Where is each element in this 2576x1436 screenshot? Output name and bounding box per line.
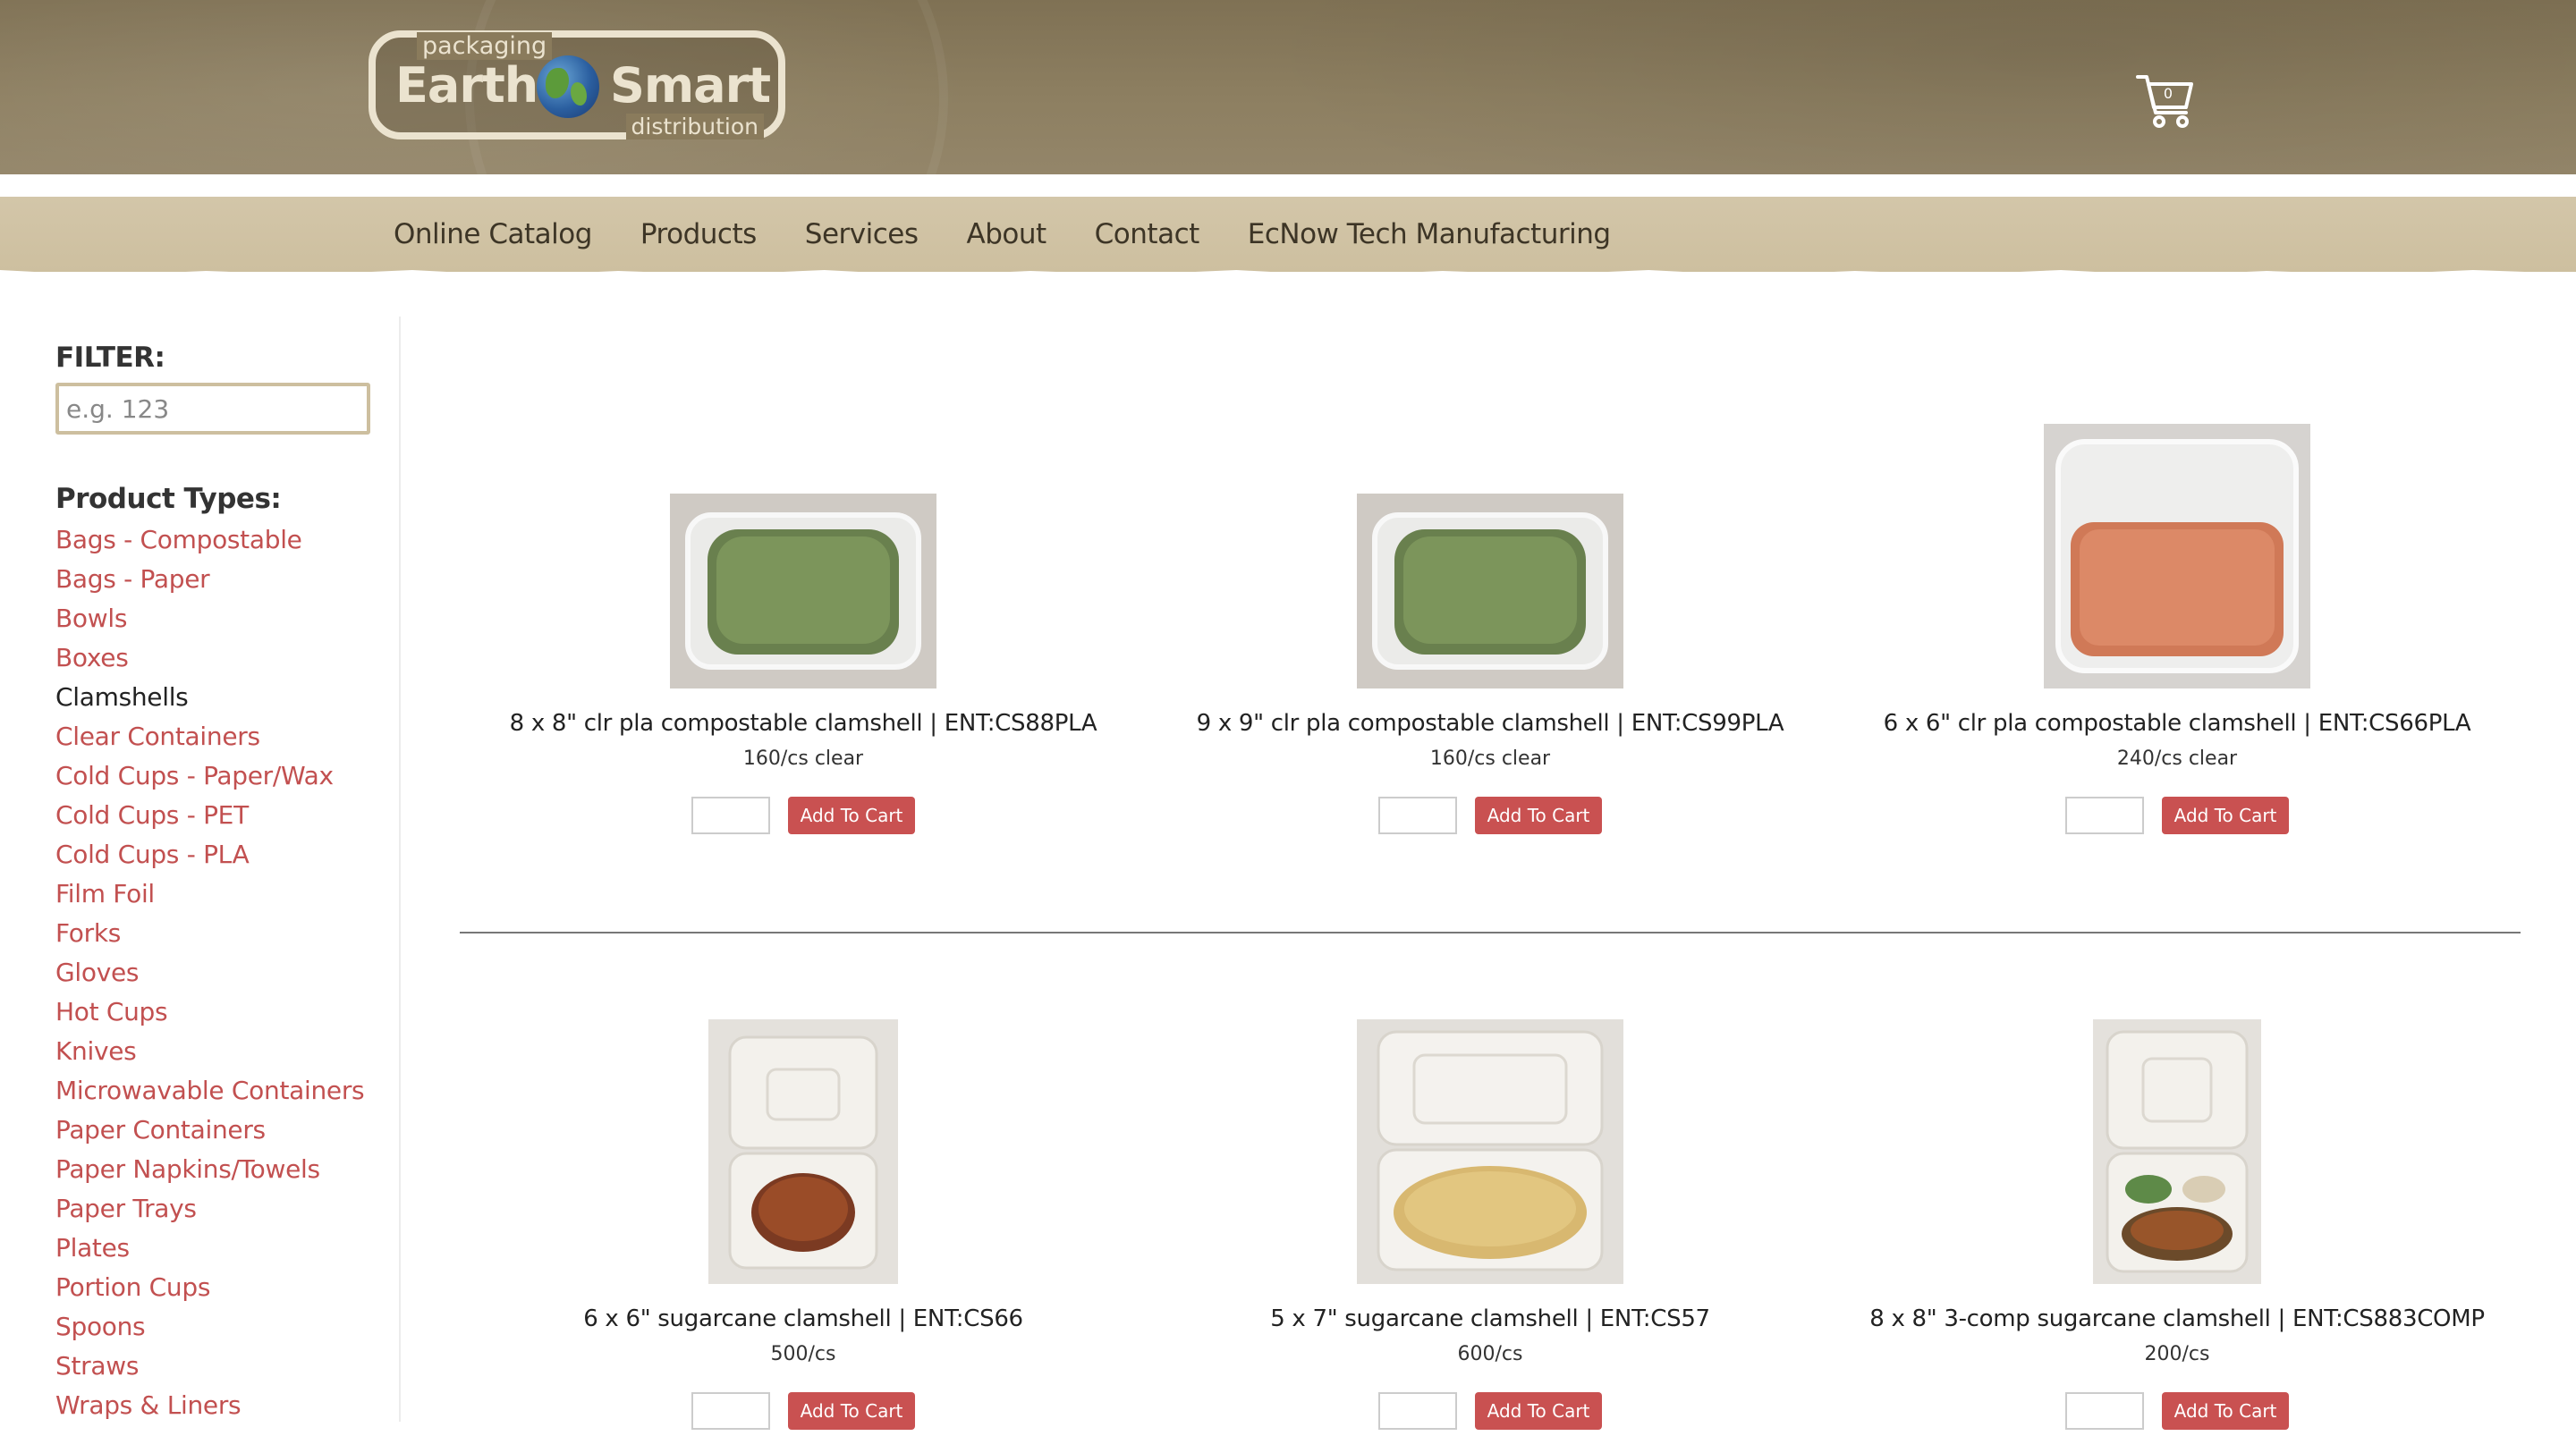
type-link-gloves[interactable]: Gloves [55, 953, 377, 993]
product-image-cs66pla[interactable] [2044, 424, 2310, 688]
product-card: 9 x 9" clr pla compostable clamshell | E… [1147, 420, 1834, 834]
type-link-cold-cups-pla[interactable]: Cold Cups - PLA [55, 835, 377, 874]
type-link-plates[interactable]: Plates [55, 1229, 377, 1268]
add-to-cart-button[interactable]: Add To Cart [2161, 1392, 2290, 1430]
product-pack-size: 160/cs clear [1429, 748, 1551, 770]
product-name[interactable]: 6 x 6" clr pla compostable clamshell | E… [1834, 710, 2521, 737]
add-to-cart-button[interactable]: Add To Cart [1474, 797, 1603, 834]
type-link-paper-containers[interactable]: Paper Containers [55, 1111, 377, 1150]
type-link-portion-cups[interactable]: Portion Cups [55, 1268, 377, 1307]
logo-bottom-text: distribution [625, 114, 764, 139]
product-image-cs57[interactable] [1357, 1019, 1623, 1284]
globe-icon [537, 55, 599, 118]
nav-ecnow-tech[interactable]: EcNow Tech Manufacturing [1248, 218, 1611, 250]
type-link-cold-cups-paper-wax[interactable]: Cold Cups - Paper/Wax [55, 756, 377, 796]
quantity-input[interactable] [691, 1392, 770, 1430]
nav-contact[interactable]: Contact [1095, 218, 1200, 250]
filter-label: FILTER: [55, 342, 165, 374]
nav-about[interactable]: About [967, 218, 1047, 250]
type-link-bags-compostable[interactable]: Bags - Compostable [55, 520, 377, 560]
cart-count-badge: 0 [2163, 85, 2174, 102]
product-pack-size: 160/cs clear [742, 748, 864, 770]
type-link-clear-containers[interactable]: Clear Containers [55, 717, 377, 756]
add-to-cart-button[interactable]: Add To Cart [2161, 797, 2290, 834]
type-link-wraps-liners[interactable]: Wraps & Liners [55, 1386, 377, 1425]
product-pack-size: 200/cs [2144, 1343, 2210, 1365]
product-name[interactable]: 5 x 7" sugarcane clamshell | ENT:CS57 [1147, 1305, 1834, 1332]
quantity-input[interactable] [691, 797, 770, 834]
type-link-paper-trays[interactable]: Paper Trays [55, 1189, 377, 1229]
product-pack-size: 240/cs clear [2116, 748, 2238, 770]
product-image-cs99pla[interactable] [1357, 494, 1623, 688]
product-image-cs66[interactable] [708, 1019, 898, 1284]
type-link-forks[interactable]: Forks [55, 914, 377, 953]
product-card: 6 x 6" clr pla compostable clamshell | E… [1834, 420, 2521, 834]
type-link-straws[interactable]: Straws [55, 1347, 377, 1386]
site-logo[interactable]: packaging Earth Smart distribution [369, 30, 785, 139]
quantity-input[interactable] [2064, 1392, 2144, 1430]
nav-services[interactable]: Services [805, 218, 919, 250]
type-link-clamshells[interactable]: Clamshells [55, 678, 377, 717]
product-name[interactable]: 8 x 8" 3-comp sugarcane clamshell | ENT:… [1834, 1305, 2521, 1332]
type-link-bags-paper[interactable]: Bags - Paper [55, 560, 377, 599]
product-card: 8 x 8" 3-comp sugarcane clamshell | ENT:… [1834, 1016, 2521, 1430]
product-name[interactable]: 8 x 8" clr pla compostable clamshell | E… [460, 710, 1147, 737]
logo-earth-word: Earth [395, 57, 538, 114]
type-link-bowls[interactable]: Bowls [55, 599, 377, 638]
product-image-cs883comp[interactable] [2093, 1019, 2261, 1284]
filter-input[interactable] [55, 383, 370, 435]
product-pack-size: 600/cs [1457, 1343, 1523, 1365]
type-link-microwavable-containers[interactable]: Microwavable Containers [55, 1071, 377, 1111]
type-link-hot-cups[interactable]: Hot Cups [55, 993, 377, 1032]
product-card: 6 x 6" sugarcane clamshell | ENT:CS66 50… [460, 1016, 1147, 1430]
sidebar-divider [399, 317, 401, 1422]
type-link-spoons[interactable]: Spoons [55, 1307, 377, 1347]
type-link-boxes[interactable]: Boxes [55, 638, 377, 678]
nav-online-catalog[interactable]: Online Catalog [394, 218, 592, 250]
product-types-list: Bags - Compostable Bags - Paper Bowls Bo… [55, 520, 377, 1425]
add-to-cart-button[interactable]: Add To Cart [787, 1392, 916, 1430]
product-types-heading: Product Types: [55, 483, 282, 515]
main-nav: Online Catalog Products Services About C… [394, 218, 1659, 250]
product-name[interactable]: 6 x 6" sugarcane clamshell | ENT:CS66 [460, 1305, 1147, 1332]
product-name[interactable]: 9 x 9" clr pla compostable clamshell | E… [1147, 710, 1834, 737]
type-link-cold-cups-pet[interactable]: Cold Cups - PET [55, 796, 377, 835]
product-pack-size: 500/cs [770, 1343, 836, 1365]
product-card: 5 x 7" sugarcane clamshell | ENT:CS57 60… [1147, 1016, 1834, 1430]
logo-smart-word: Smart [610, 57, 771, 114]
product-card: 8 x 8" clr pla compostable clamshell | E… [460, 420, 1147, 834]
sidebar: FILTER: Product Types: Bags - Compostabl… [55, 340, 377, 1425]
add-to-cart-button[interactable]: Add To Cart [787, 797, 916, 834]
quantity-input[interactable] [1377, 797, 1457, 834]
product-row-divider [460, 932, 2521, 933]
quantity-input[interactable] [1377, 1392, 1457, 1430]
type-link-film-foil[interactable]: Film Foil [55, 874, 377, 914]
nav-products[interactable]: Products [640, 218, 757, 250]
type-link-knives[interactable]: Knives [55, 1032, 377, 1071]
quantity-input[interactable] [2064, 797, 2144, 834]
type-link-paper-napkins-towels[interactable]: Paper Napkins/Towels [55, 1150, 377, 1189]
product-image-cs88pla[interactable] [670, 494, 936, 688]
logo-top-text: packaging [417, 32, 553, 60]
add-to-cart-button[interactable]: Add To Cart [1474, 1392, 1603, 1430]
